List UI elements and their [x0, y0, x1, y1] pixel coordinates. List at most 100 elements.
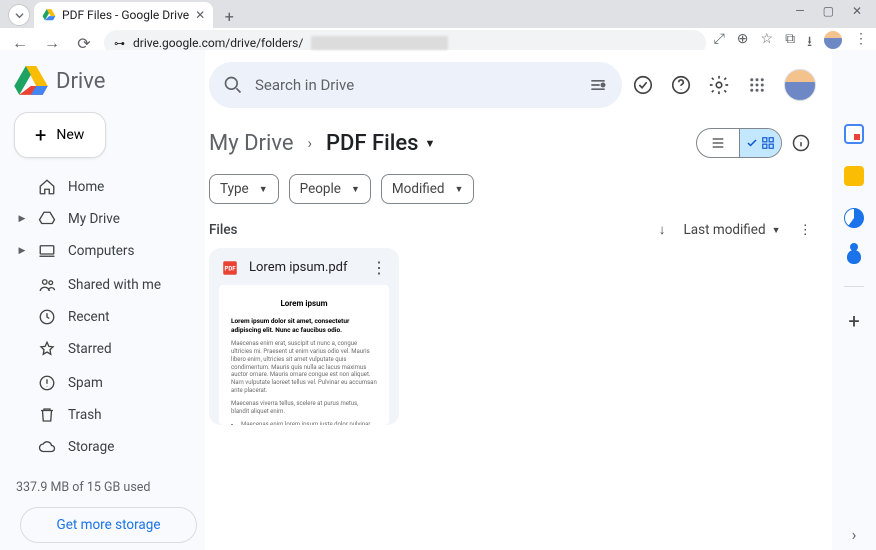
get-addons-icon[interactable]: +	[848, 309, 859, 333]
sidebar-item-storage[interactable]: Storage	[14, 432, 197, 462]
hide-side-panel-icon[interactable]: ›	[852, 525, 857, 544]
details-icon[interactable]	[790, 132, 812, 154]
breadcrumb-current-label: PDF Files	[326, 131, 418, 156]
apps-icon[interactable]	[746, 74, 768, 96]
window-controls: — ▢ ✕	[781, 0, 876, 22]
section-header: Files ↓ Last modified ▼ ⋮	[209, 218, 812, 248]
sidebar-item-label: Recent	[68, 309, 110, 325]
minimize-button[interactable]: —	[795, 4, 804, 18]
browser-chrome: PDF Files - Google Drive ✕ + — ▢ ✕ ← → ⟳…	[0, 0, 876, 50]
url-text: drive.google.com/drive/folders/	[133, 36, 303, 50]
topbar: Search in Drive	[205, 50, 832, 114]
keep-addon-icon[interactable]	[844, 166, 864, 186]
filter-type[interactable]: Type ▼	[209, 174, 279, 204]
preview-lead: Lorem ipsum dolor sit amet, consectetur …	[231, 317, 377, 334]
sidebar-item-computers[interactable]: ▶ Computers	[14, 236, 197, 266]
search-options-icon[interactable]	[588, 75, 608, 95]
filter-people[interactable]: People ▼	[289, 174, 371, 204]
sidebar-item-shared[interactable]: Shared with me	[14, 270, 197, 300]
sidebar-item-trash[interactable]: Trash	[14, 400, 197, 430]
drive-brand[interactable]: Drive	[14, 60, 197, 110]
more-options-icon[interactable]: ⋮	[799, 222, 813, 238]
search-input[interactable]: Search in Drive	[209, 62, 622, 108]
preview-title: Lorem ipsum	[231, 299, 377, 309]
filter-chips: Type ▼ People ▼ Modified ▼	[209, 168, 812, 218]
sort-menu[interactable]: Last modified ▼	[684, 222, 781, 238]
file-thumbnail: Lorem ipsum Lorem ipsum dolor sit amet, …	[219, 285, 389, 425]
cloud-icon	[38, 438, 56, 456]
rail-separator	[844, 286, 864, 287]
breadcrumb-root[interactable]: My Drive	[209, 131, 294, 156]
sidebar-item-my-drive[interactable]: ▶ My Drive	[14, 204, 197, 234]
search-placeholder: Search in Drive	[255, 76, 354, 94]
sidebar-item-label: Storage	[68, 439, 114, 455]
new-button[interactable]: + New	[14, 112, 106, 158]
folder-menu-caret-icon[interactable]: ▼	[424, 137, 435, 150]
plus-icon: +	[35, 128, 46, 142]
file-name: Lorem ipsum.pdf	[249, 260, 348, 275]
sidebar-item-label: My Drive	[68, 211, 120, 227]
list-view-button[interactable]	[697, 129, 739, 157]
chevron-down-icon: ▼	[259, 184, 268, 195]
filter-modified[interactable]: Modified ▼	[381, 174, 475, 204]
sidebar-item-label: Trash	[68, 407, 102, 423]
new-tab-button[interactable]: +	[217, 4, 241, 28]
tab-title: PDF Files - Google Drive	[62, 8, 189, 22]
expand-caret-icon[interactable]: ▶	[18, 246, 26, 256]
sidebar-item-label: Starred	[68, 341, 112, 357]
chevron-down-icon: ▼	[772, 225, 781, 236]
maximize-button[interactable]: ▢	[823, 4, 834, 18]
breadcrumb-current[interactable]: PDF Files ▼	[326, 131, 435, 156]
contacts-addon-icon[interactable]	[847, 250, 861, 264]
tab-strip: PDF Files - Google Drive ✕ + — ▢ ✕	[0, 0, 876, 28]
spam-icon	[38, 374, 56, 392]
main-area: Search in Drive My Drive › PDF Files ▼	[205, 50, 832, 550]
drive-app: Drive + New Home ▶ My Drive ▶ Computers …	[0, 50, 876, 550]
star-icon	[38, 340, 56, 358]
sidebar-item-starred[interactable]: Starred	[14, 334, 197, 364]
brand-text: Drive	[56, 69, 105, 94]
browser-tab[interactable]: PDF Files - Google Drive ✕	[34, 2, 213, 28]
chip-label: Type	[220, 181, 249, 197]
shared-icon	[38, 276, 56, 294]
ready-offline-icon[interactable]	[632, 74, 654, 96]
recent-icon	[38, 308, 56, 326]
sidebar-item-spam[interactable]: Spam	[14, 368, 197, 398]
file-more-icon[interactable]: ⋮	[371, 258, 387, 277]
storage-usage-text: 337.9 MB of 15 GB used	[14, 478, 197, 505]
chip-label: Modified	[392, 181, 445, 197]
drive-logo-icon	[14, 66, 48, 96]
chevron-down-icon: ▼	[455, 184, 464, 195]
tab-list-dropdown[interactable]	[8, 4, 30, 26]
file-card[interactable]: PDF Lorem ipsum.pdf ⋮ Lorem ipsum Lorem …	[209, 248, 399, 425]
pdf-icon: PDF	[221, 259, 239, 277]
sidebar: Drive + New Home ▶ My Drive ▶ Computers …	[0, 50, 205, 550]
account-avatar[interactable]	[784, 69, 816, 101]
breadcrumb: My Drive › PDF Files ▼	[209, 118, 812, 168]
side-panel: + ›	[832, 50, 876, 550]
expand-caret-icon[interactable]: ▶	[18, 214, 26, 224]
site-info-icon[interactable]: ⊶	[114, 37, 125, 50]
tasks-addon-icon[interactable]	[844, 208, 864, 228]
grid-view-button[interactable]	[739, 129, 781, 157]
calendar-addon-icon[interactable]	[844, 124, 864, 144]
chip-label: People	[300, 181, 341, 197]
content-area: My Drive › PDF Files ▼	[205, 114, 832, 550]
get-storage-button[interactable]: Get more storage	[20, 507, 197, 543]
close-tab-icon[interactable]: ✕	[195, 8, 205, 22]
sidebar-item-label: Shared with me	[68, 277, 161, 293]
sidebar-item-home[interactable]: Home	[14, 172, 197, 202]
support-icon[interactable]	[670, 74, 692, 96]
settings-icon[interactable]	[708, 74, 730, 96]
drive-favicon-icon	[42, 8, 56, 22]
sidebar-item-label: Spam	[68, 375, 103, 391]
sidebar-item-label: Home	[68, 179, 104, 195]
view-toggle	[696, 128, 782, 158]
sidebar-item-recent[interactable]: Recent	[14, 302, 197, 332]
chevron-down-icon: ▼	[351, 184, 360, 195]
close-window-button[interactable]: ✕	[852, 4, 862, 18]
section-label: Files	[209, 222, 238, 238]
sort-label: Last modified	[684, 222, 766, 238]
sort-direction-icon[interactable]: ↓	[659, 222, 666, 238]
svg-text:PDF: PDF	[224, 265, 236, 272]
